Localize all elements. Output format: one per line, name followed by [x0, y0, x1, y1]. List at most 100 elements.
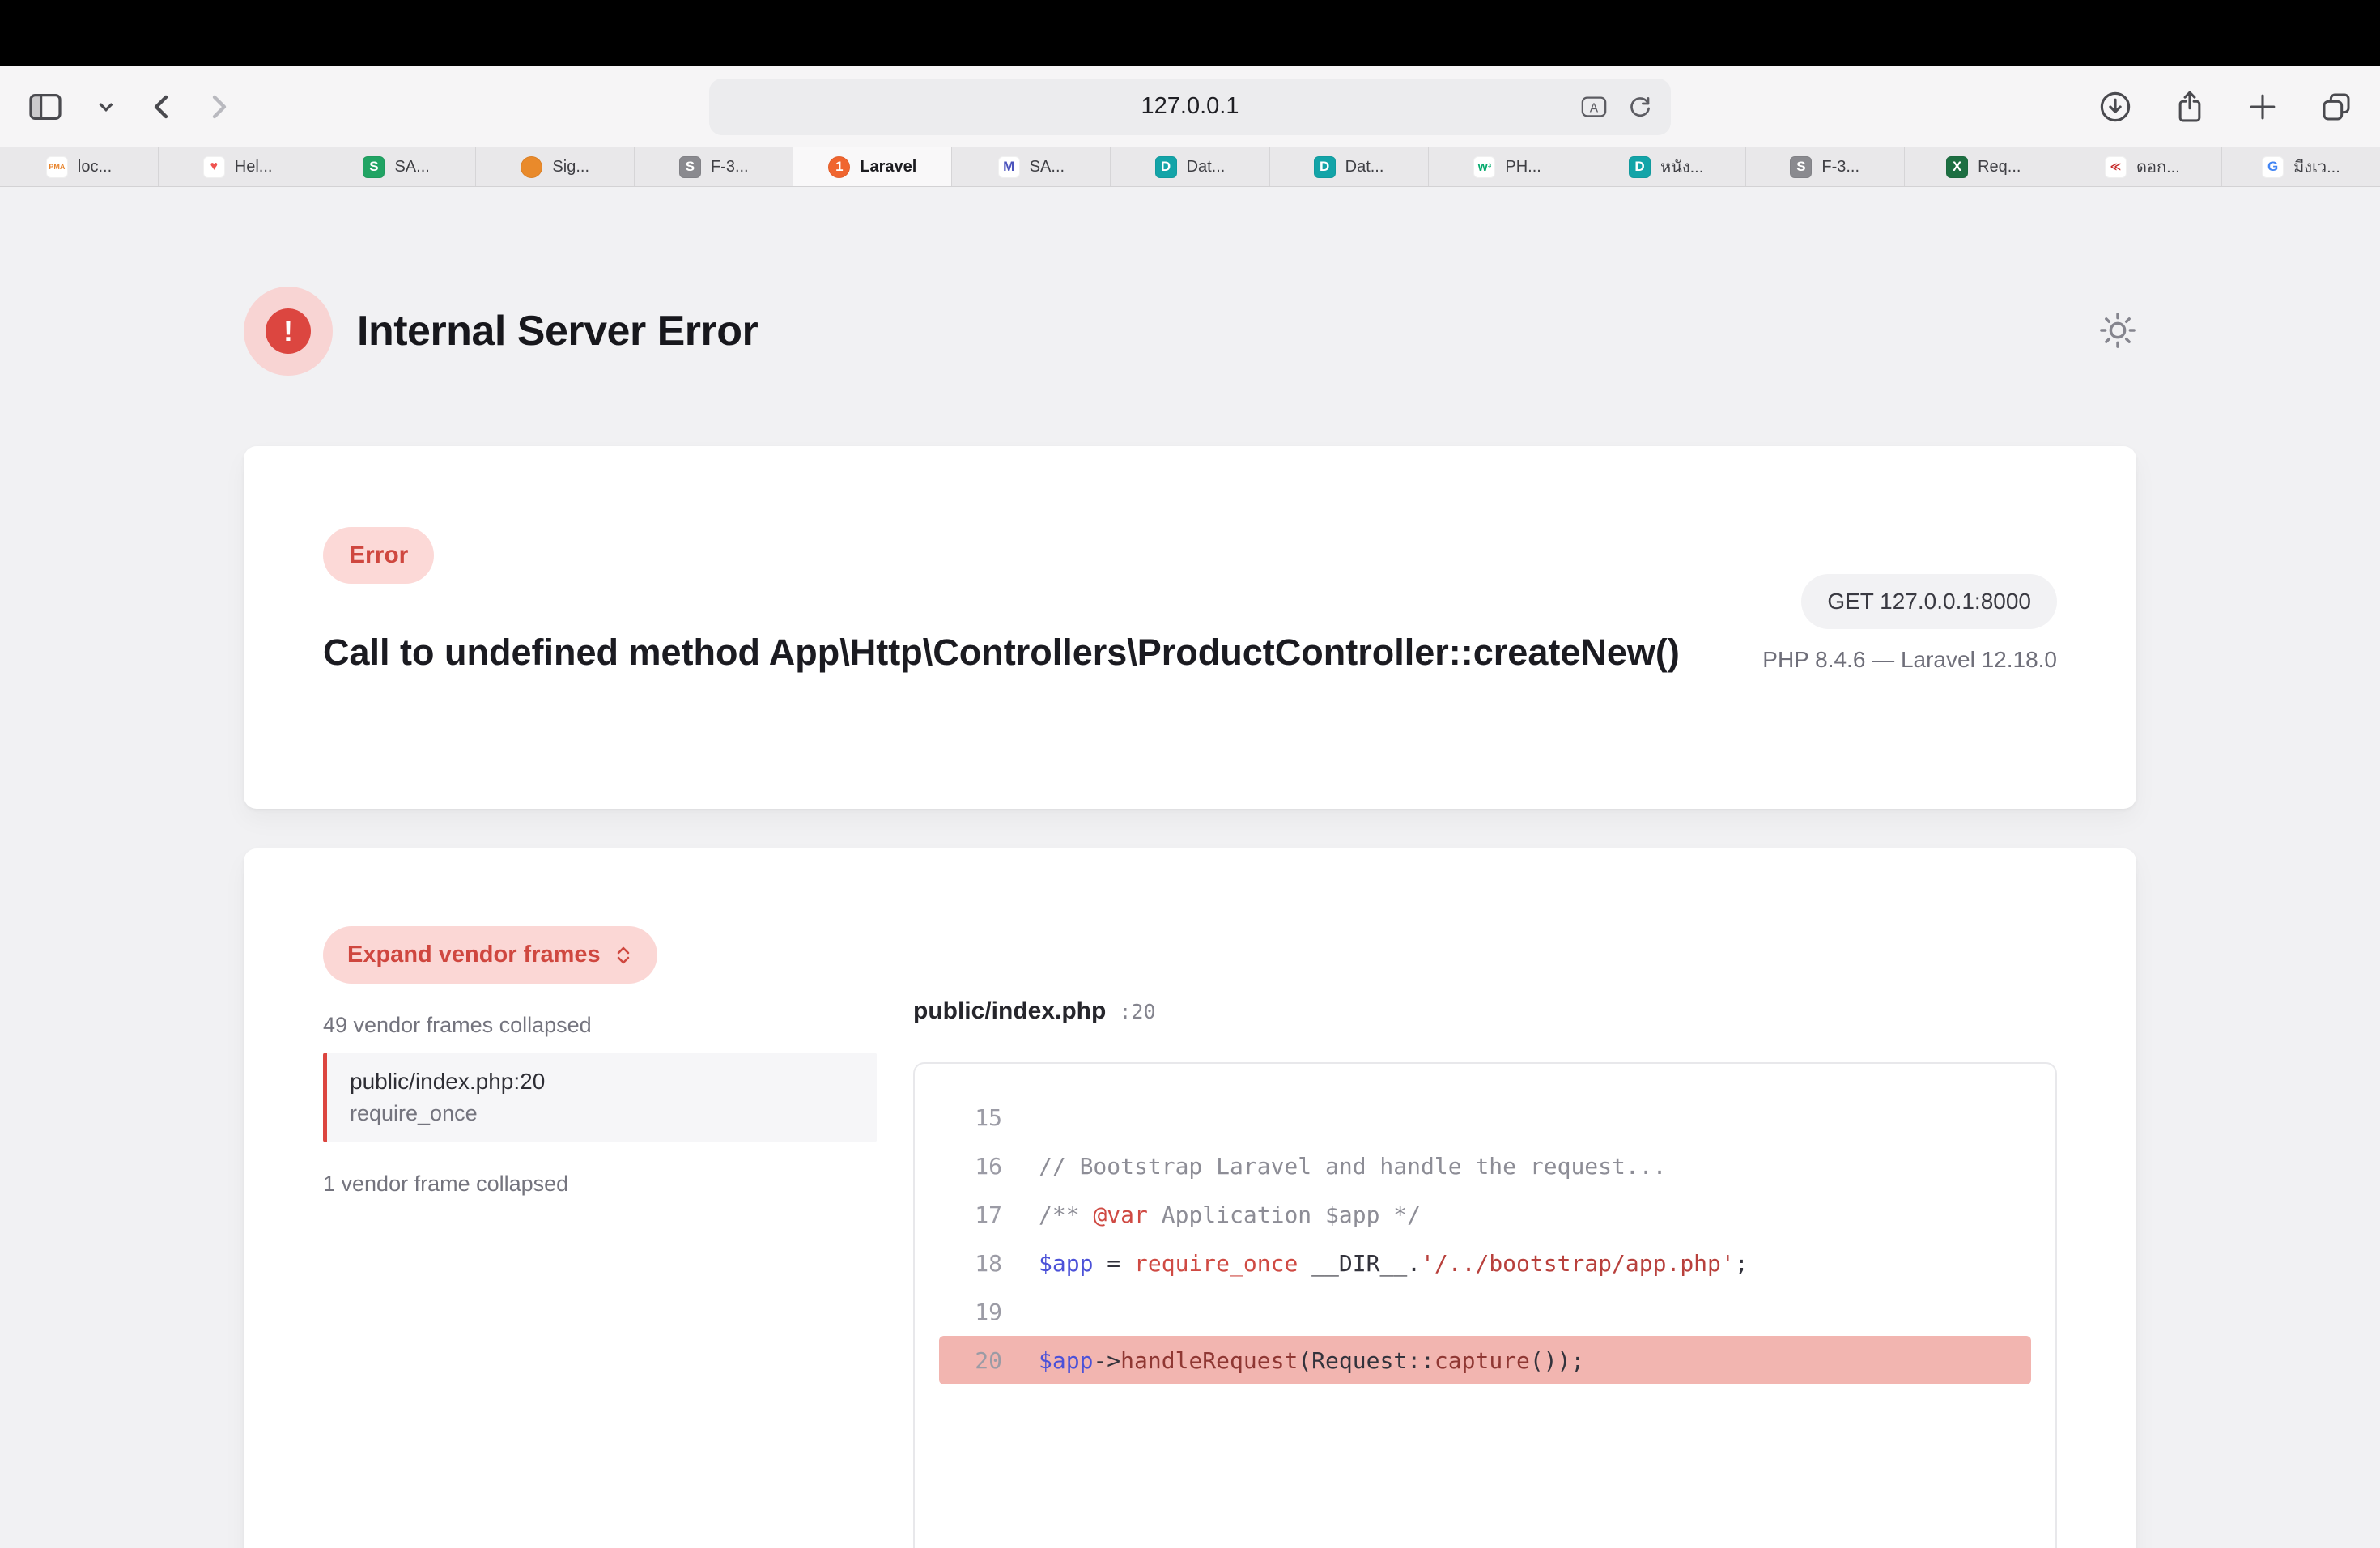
code-text: // Bootstrap Laravel and handle the requ…: [1039, 1153, 1666, 1180]
collapsed-frames-top-note: 49 vendor frames collapsed: [323, 1013, 877, 1038]
forward-button[interactable]: [202, 86, 236, 128]
tab-label: มีงเว...: [2293, 154, 2340, 180]
code-block[interactable]: 15 16 // Bootstrap Laravel and handle the …: [913, 1062, 2057, 1548]
tab-9[interactable]: W³PH...: [1429, 147, 1587, 186]
url-field-icons: A: [1580, 79, 1653, 135]
tab-7[interactable]: D Dat...: [1111, 147, 1269, 186]
tab-8[interactable]: DDat...: [1270, 147, 1429, 186]
collapsed-frames-bottom-note: 1 vendor frame collapsed: [323, 1172, 877, 1197]
error-alert-icon: !: [244, 287, 333, 376]
tabs-overview-icon: [2320, 91, 2352, 123]
code-column: public/index.php :20 1516// Bootstrap La…: [913, 926, 2057, 1548]
tab-favicon: G: [2262, 156, 2284, 178]
code-line-17: 17/** @var Application $app */: [939, 1190, 2031, 1239]
sun-icon: [2099, 312, 2136, 349]
tab-favicon: 1: [828, 156, 850, 178]
expand-vendor-frames-label: Expand vendor frames: [347, 942, 601, 968]
tab-0[interactable]: PMAloc...: [0, 147, 159, 186]
sidebar-dropdown-button[interactable]: [92, 96, 120, 118]
error-card: Error GET 127.0.0.1:8000 PHP 8.4.6 — Lar…: [244, 446, 2136, 809]
url-field[interactable]: 127.0.0.1 A: [709, 79, 1671, 135]
frames-column: Expand vendor frames 49 vendor frames co…: [323, 926, 877, 1548]
code-line-18: 18 $app = require_once __DIR__.'/../boots…: [939, 1239, 2031, 1287]
request-pill: GET 127.0.0.1:8000: [1801, 574, 2057, 629]
new-tab-button[interactable]: [2242, 87, 2283, 127]
tab-12[interactable]: X Req...: [1905, 147, 2063, 186]
tab-favicon: S: [679, 156, 701, 178]
tab-favicon: D: [1629, 156, 1651, 178]
tab-label: SA...: [1030, 158, 1065, 176]
share-icon: [2174, 89, 2205, 125]
translate-icon[interactable]: A: [1580, 95, 1608, 119]
macos-menubar: [0, 0, 2380, 66]
code-file-line: :20: [1119, 1000, 1155, 1023]
page-header: ! Internal Server Error: [244, 287, 2136, 376]
expand-chevrons-icon: [614, 944, 633, 967]
line-number: 16: [939, 1153, 1002, 1180]
tab-bar: PMAloc...♥Hel...SSA...Sig...SF-3...1Lara…: [0, 147, 2380, 187]
tab-favicon: D: [1155, 156, 1177, 178]
tab-label: F-3...: [1821, 158, 1859, 176]
code-text: $app = require_once __DIR__.'/../bootstr…: [1039, 1250, 1749, 1277]
browser-toolbar: 127.0.0.1 A: [0, 66, 2380, 147]
tab-label: หนัง...: [1660, 154, 1703, 180]
tab-favicon: ≪: [2105, 156, 2127, 178]
tab-4[interactable]: SF-3...: [635, 147, 793, 186]
theme-toggle-button[interactable]: [2099, 312, 2136, 351]
toolbar-right-group: [2093, 84, 2357, 130]
tab-label: SA...: [394, 158, 429, 176]
tab-favicon: [521, 156, 542, 178]
screen: 127.0.0.1 A: [0, 0, 2380, 1548]
tab-label: PH...: [1505, 158, 1541, 176]
share-button[interactable]: [2170, 84, 2210, 130]
code-line-19: 19: [939, 1287, 2031, 1336]
error-message: Call to undefined method App\Http\Contro…: [323, 626, 1699, 679]
code-line-20: 20 $app->handleRequest(Request::capture()…: [939, 1336, 2031, 1384]
tab-label: Sig...: [552, 158, 589, 176]
downloads-button[interactable]: [2093, 85, 2137, 129]
line-number: 19: [939, 1299, 1002, 1325]
stack-trace-card: Expand vendor frames 49 vendor frames co…: [244, 848, 2136, 1548]
tab-favicon: PMA: [46, 156, 68, 178]
back-button[interactable]: [144, 86, 178, 128]
download-icon: [2098, 90, 2132, 124]
tab-10[interactable]: D หนัง...: [1587, 147, 1746, 186]
tab-favicon: S: [1790, 156, 1812, 178]
forward-icon: [207, 91, 232, 123]
exclamation-icon: !: [266, 308, 311, 354]
tab-13[interactable]: ≪ ดอก...: [2063, 147, 2222, 186]
tab-favicon: X: [1946, 156, 1968, 178]
tab-2[interactable]: SSA...: [317, 147, 476, 186]
tab-6[interactable]: MSA...: [952, 147, 1111, 186]
tab-label: ดอก...: [2136, 154, 2180, 180]
tab-favicon: ♥: [203, 156, 225, 178]
environment-info: PHP 8.4.6 — Laravel 12.18.0: [1762, 647, 2057, 673]
tab-11[interactable]: S F-3...: [1746, 147, 1905, 186]
expand-vendor-frames-button[interactable]: Expand vendor frames: [323, 926, 657, 984]
tab-3[interactable]: Sig...: [476, 147, 635, 186]
tab-5-active[interactable]: 1Laravel: [793, 147, 952, 186]
error-badge: Error: [323, 527, 434, 584]
line-number: 15: [939, 1104, 1002, 1131]
code-text: /** @var Application $app */: [1039, 1201, 1421, 1228]
plus-icon: [2247, 91, 2278, 122]
stack-frame-item[interactable]: public/index.php:20 require_once: [323, 1053, 877, 1142]
url-text: 127.0.0.1: [1141, 93, 1239, 120]
request-meta: GET 127.0.0.1:8000 PHP 8.4.6 — Laravel 1…: [1762, 574, 2057, 673]
chevron-down-icon: [97, 100, 115, 113]
tab-overview-button[interactable]: [2315, 86, 2357, 128]
reload-icon[interactable]: [1627, 94, 1653, 120]
tab-label: Req...: [1978, 158, 2021, 176]
tab-14[interactable]: G มีงเว...: [2222, 147, 2380, 186]
stack-frame-method: require_once: [350, 1101, 854, 1126]
page-content: ! Internal Server Error Error GET 12: [0, 187, 2380, 1548]
svg-text:A: A: [1590, 101, 1599, 115]
code-text: $app->handleRequest(Request::capture());: [1039, 1347, 1584, 1374]
line-number: 18: [939, 1250, 1002, 1277]
sidebar-toggle-button[interactable]: [23, 87, 68, 126]
tab-label: Dat...: [1187, 158, 1226, 176]
back-icon: [149, 91, 173, 123]
tab-label: Dat...: [1345, 158, 1384, 176]
line-number: 20: [939, 1347, 1002, 1374]
tab-1[interactable]: ♥Hel...: [159, 147, 317, 186]
